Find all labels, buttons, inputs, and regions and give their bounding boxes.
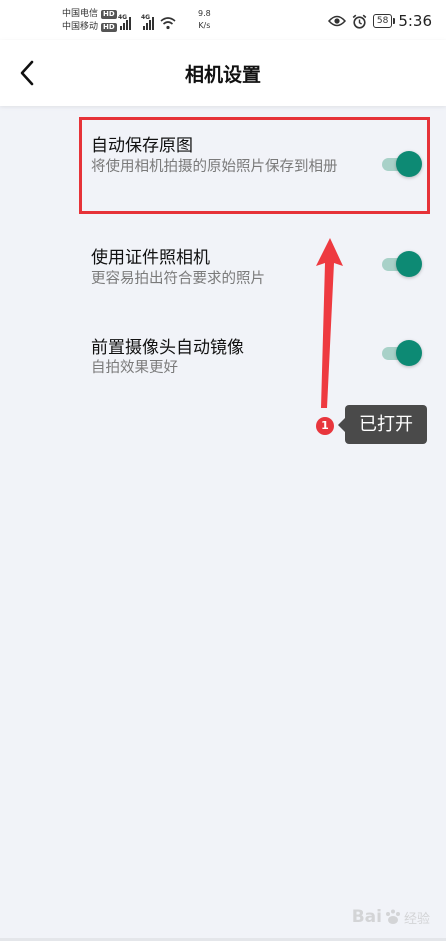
- battery-indicator: 58: [372, 14, 396, 28]
- clock: 5:36: [398, 12, 432, 30]
- baidu-watermark: Bai 经验: [352, 907, 430, 927]
- hd-badge: HD: [101, 23, 117, 32]
- id-photo-camera-toggle[interactable]: [380, 251, 422, 277]
- toggle-knob: [396, 340, 422, 366]
- wifi-icon: [160, 17, 176, 30]
- toggle-knob: [396, 251, 422, 277]
- right-status-icons: 58 5:36: [327, 10, 432, 32]
- paw-icon: [385, 909, 400, 924]
- speed-value: 9.8: [198, 9, 211, 18]
- carrier-info: 中国电信 HD 中国移动 HD: [62, 8, 117, 34]
- signal-icon: 4G: [118, 14, 131, 30]
- signal-indicators: 4G 4G: [118, 10, 176, 30]
- app-header: 相机设置: [0, 40, 446, 106]
- front-camera-mirror-toggle[interactable]: [380, 340, 422, 366]
- highlight-box: [79, 117, 430, 214]
- hd-badge: HD: [101, 10, 117, 19]
- status-bar: 中国电信 HD 中国移动 HD 4G 4G 9.8 K/s 58 5:36: [0, 0, 446, 40]
- page-title: 相机设置: [184, 64, 261, 86]
- net-type-label: 4G: [141, 14, 151, 21]
- speed-unit: K/s: [198, 21, 211, 30]
- watermark-brand: Bai: [351, 907, 382, 927]
- eye-icon: [327, 15, 346, 27]
- carrier-1-label: 中国电信: [62, 9, 99, 19]
- setting-title: 前置摄像头自动镜像: [91, 338, 244, 358]
- signal-icon: 4G: [141, 14, 154, 30]
- callout-label: 已打开: [338, 405, 427, 444]
- watermark-sub: 经验: [403, 911, 430, 927]
- step-number-badge: 1: [316, 417, 334, 435]
- network-speed: 9.8 K/s: [198, 8, 211, 32]
- setting-title: 使用证件照相机: [91, 248, 210, 268]
- net-type-label: 4G: [118, 14, 128, 21]
- arrow-annotation: [316, 238, 343, 408]
- carrier-2-label: 中国移动: [62, 22, 99, 32]
- alarm-icon: [352, 14, 367, 29]
